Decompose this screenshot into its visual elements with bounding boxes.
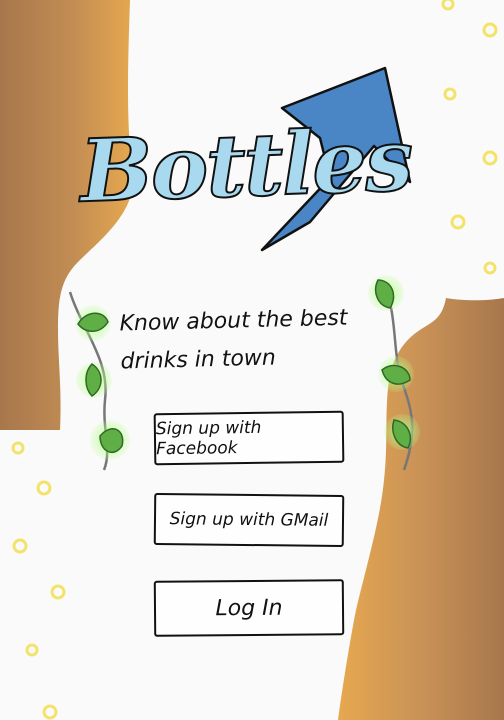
tagline: Know about the best drinks in town (119, 305, 348, 375)
facebook-signup-button[interactable]: Sign up with Facebook (153, 410, 345, 466)
gmail-signup-button[interactable]: Sign up with GMail (153, 493, 345, 547)
login-button[interactable]: Log In (153, 579, 345, 637)
app-title: Bottles (77, 109, 414, 224)
